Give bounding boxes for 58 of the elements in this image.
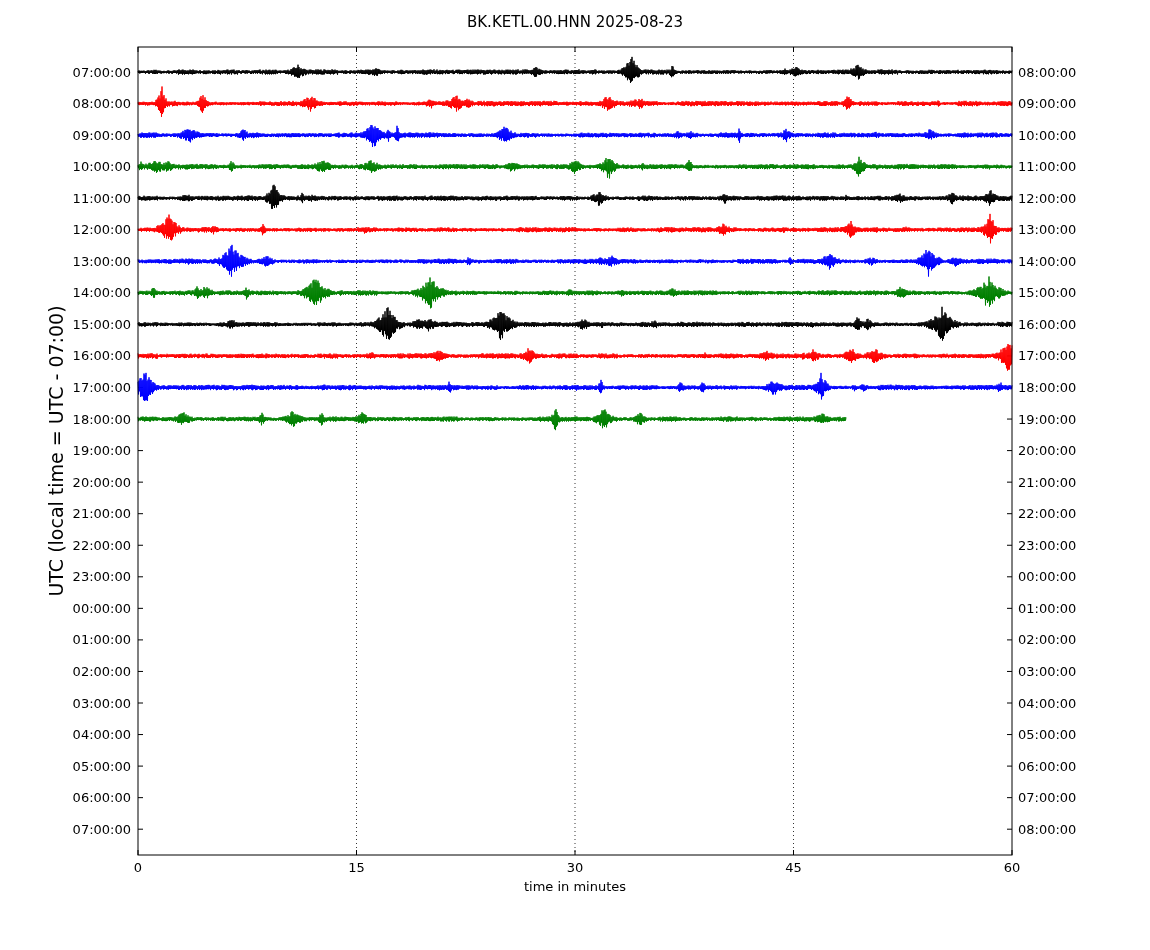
y-tick-label: 12:00:00: [1018, 190, 1077, 206]
y-tick-label: 18:00:00: [72, 411, 131, 427]
y-tick-label: 14:00:00: [72, 285, 131, 301]
y-tick-label: 07:00:00: [72, 821, 131, 837]
y-tick-label: 15:00:00: [72, 316, 131, 332]
y-tick-label: 20:00:00: [1018, 443, 1077, 459]
y-tick-label: 13:00:00: [72, 253, 131, 269]
y-tick-label: 03:00:00: [72, 695, 131, 711]
y-tick-label: 08:00:00: [1018, 64, 1077, 80]
y-tick-label: 06:00:00: [1018, 758, 1077, 774]
y-tick-label: 03:00:00: [1018, 663, 1077, 679]
y-tick-label: 04:00:00: [72, 727, 131, 743]
y-tick-label: 16:00:00: [1018, 316, 1077, 332]
y-tick-label: 21:00:00: [1018, 474, 1077, 490]
y-tick-label: 11:00:00: [1018, 159, 1077, 175]
y-tick-label: 15:00:00: [1018, 285, 1077, 301]
y-tick-label: 21:00:00: [72, 506, 131, 522]
y-tick-label: 02:00:00: [72, 663, 131, 679]
y-tick-label: 20:00:00: [72, 474, 131, 490]
y-axis-label: UTC (local time = UTC - 07:00): [45, 305, 67, 597]
y-tick-label: 22:00:00: [72, 537, 131, 553]
y-tick-label: 05:00:00: [72, 758, 131, 774]
y-tick-label: 19:00:00: [72, 443, 131, 459]
y-tick-label: 10:00:00: [1018, 127, 1077, 143]
y-tick-label: 06:00:00: [72, 790, 131, 806]
y-tick-label: 07:00:00: [72, 64, 131, 80]
x-tick-label: 30: [566, 860, 584, 875]
y-tick-label: 11:00:00: [72, 190, 131, 206]
y-tick-label: 14:00:00: [1018, 253, 1077, 269]
y-tick-label: 09:00:00: [72, 127, 131, 143]
y-tick-label: 10:00:00: [72, 159, 131, 175]
y-tick-label: 23:00:00: [72, 569, 131, 585]
x-tick-label: 45: [785, 860, 802, 875]
y-tick-label: 17:00:00: [1018, 348, 1077, 364]
y-tick-label: 04:00:00: [1018, 695, 1077, 711]
y-tick-label: 08:00:00: [72, 96, 131, 112]
y-tick-label: 19:00:00: [1018, 411, 1077, 427]
x-axis-label: time in minutes: [523, 879, 627, 894]
x-tick-label: 15: [348, 860, 365, 875]
x-tick-label: 0: [133, 860, 143, 875]
y-tick-label: 18:00:00: [1018, 380, 1077, 395]
y-tick-label: 05:00:00: [1018, 727, 1077, 743]
y-tick-label: 00:00:00: [1018, 569, 1077, 585]
y-tick-label: 08:00:00: [1018, 821, 1077, 837]
y-tick-label: 07:00:00: [1018, 790, 1077, 806]
y-tick-label: 17:00:00: [72, 380, 131, 395]
y-tick-label: 02:00:00: [1018, 632, 1077, 648]
chart-title: BK.KETL.00.HNN 2025-08-23: [467, 13, 683, 31]
y-tick-label: 00:00:00: [72, 600, 131, 616]
y-tick-label: 12:00:00: [72, 222, 131, 238]
x-tick-label: 60: [1003, 860, 1021, 875]
y-tick-label: 09:00:00: [1018, 96, 1077, 112]
y-tick-label: 16:00:00: [72, 348, 131, 364]
y-tick-label: 01:00:00: [1018, 600, 1077, 616]
y-tick-label: 22:00:00: [1018, 506, 1077, 522]
y-tick-label: 23:00:00: [1018, 537, 1077, 553]
y-tick-label: 13:00:00: [1018, 222, 1077, 238]
y-tick-label: 01:00:00: [72, 632, 131, 648]
